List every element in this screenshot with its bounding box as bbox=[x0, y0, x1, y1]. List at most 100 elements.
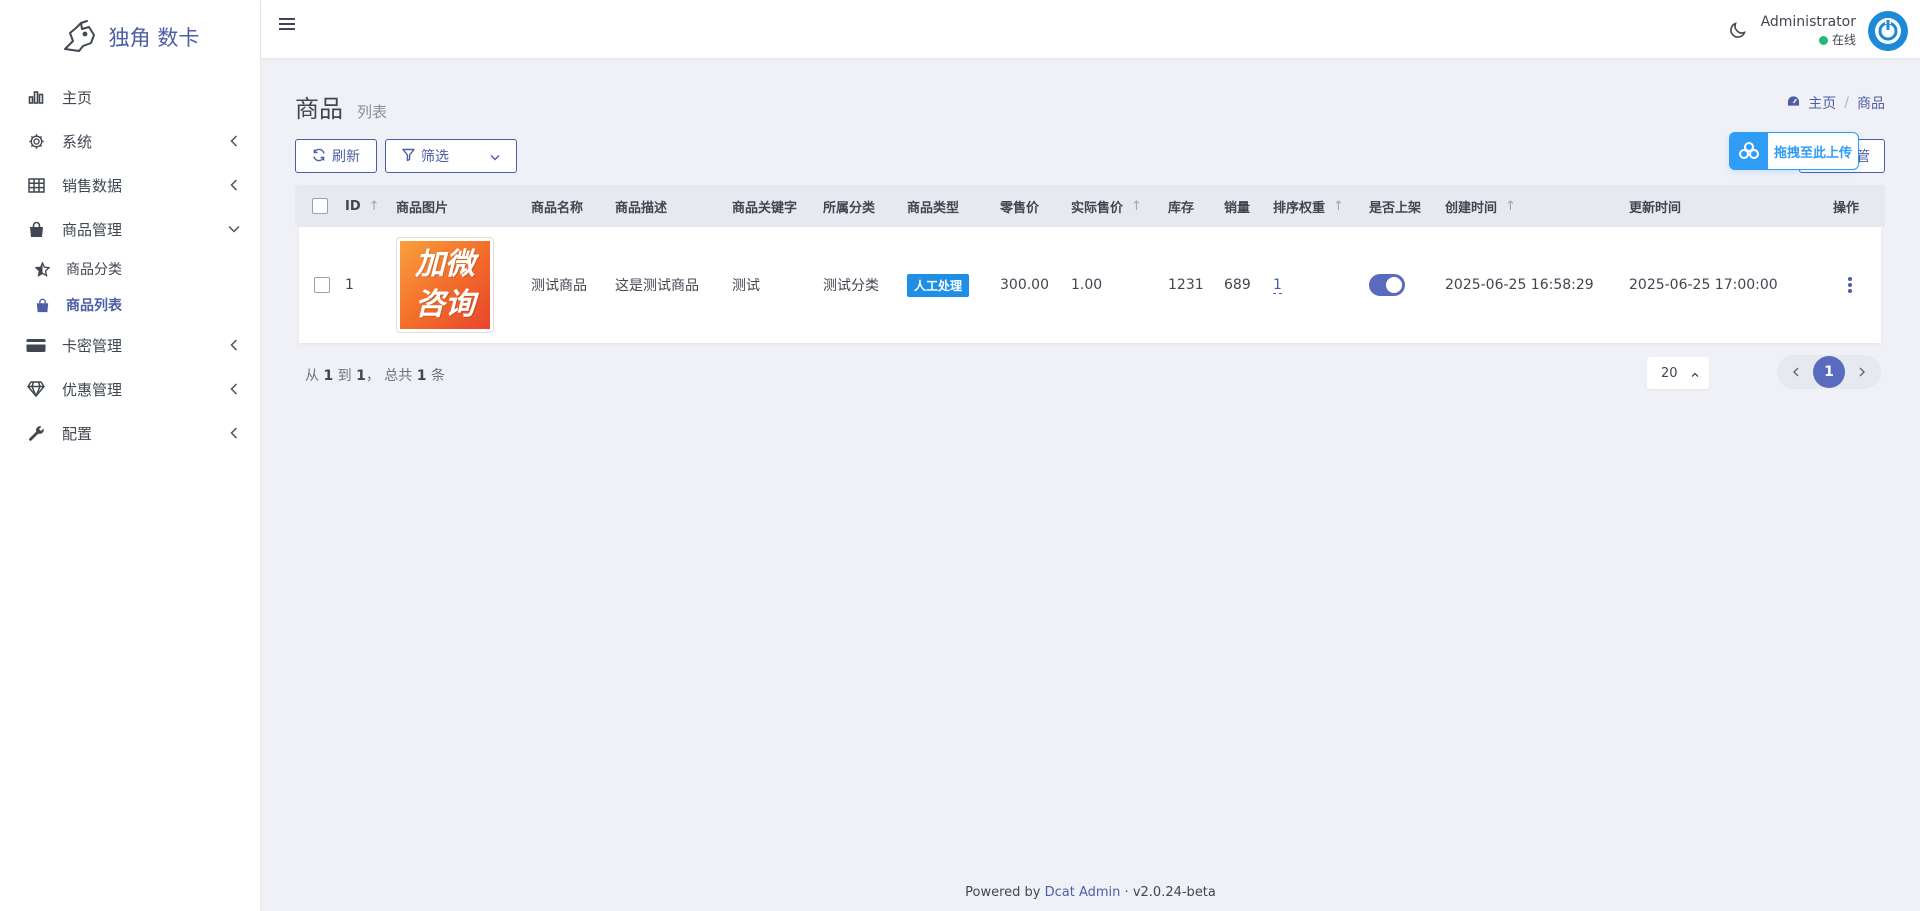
header-label: 商品描述 bbox=[615, 200, 668, 216]
prev-page-button[interactable] bbox=[1783, 359, 1809, 385]
sort-arrow-icon: ↑ bbox=[1505, 198, 1516, 214]
refresh-icon bbox=[312, 148, 326, 165]
star-half-icon bbox=[34, 261, 50, 277]
brand[interactable]: 独角 数卡 bbox=[0, 0, 260, 73]
more-vertical-icon[interactable] bbox=[1845, 277, 1855, 293]
sidebar-item-label: 销售数据 bbox=[62, 176, 123, 195]
header-created-at[interactable]: 创建时间 ↑ bbox=[1445, 197, 1629, 216]
sidebar-item-label: 配置 bbox=[62, 424, 93, 443]
moon-icon[interactable] bbox=[1728, 20, 1750, 42]
summary-from: 1 bbox=[323, 368, 334, 384]
brand-name: 独角 数卡 bbox=[108, 25, 200, 50]
footer-dcat-link[interactable]: Dcat Admin bbox=[1045, 885, 1121, 900]
sidebar-subitem-product-category[interactable]: 商品分类 bbox=[0, 251, 260, 287]
pagination: 1 bbox=[1777, 355, 1881, 389]
filter-button[interactable]: 筛选 bbox=[385, 139, 517, 173]
cell-actual-price: 1.00 bbox=[1071, 277, 1103, 293]
filter-icon bbox=[402, 148, 415, 164]
header-sort-weight[interactable]: 排序权重 ↑ bbox=[1273, 197, 1369, 216]
sidebar-item-config[interactable]: 配置 bbox=[0, 411, 260, 455]
header-retail-price: 零售价 bbox=[1000, 197, 1071, 216]
header-sales: 销量 bbox=[1224, 197, 1273, 216]
header-label: ID bbox=[345, 198, 361, 214]
product-table: ID ↑ 商品图片 商品名称 商品描述 商品关键字 所属分类 商品类型 零售价 实… bbox=[295, 185, 1885, 343]
bar-chart-icon bbox=[26, 87, 46, 107]
sort-arrow-icon: ↑ bbox=[368, 198, 380, 214]
chevron-left-icon bbox=[228, 179, 240, 191]
header-label: 销量 bbox=[1224, 200, 1251, 216]
wrench-icon bbox=[26, 423, 46, 443]
per-page-select[interactable]: 20 bbox=[1647, 357, 1709, 389]
sidebar-item-product-management[interactable]: 商品管理 bbox=[0, 207, 260, 251]
breadcrumb: 主页 / 商品 bbox=[1787, 93, 1885, 113]
header-label: 是否上架 bbox=[1369, 200, 1422, 216]
header-label: 实际售价 bbox=[1071, 200, 1124, 216]
breadcrumb-current: 商品 bbox=[1857, 96, 1885, 112]
shopping-bag-icon bbox=[26, 219, 46, 239]
avatar[interactable] bbox=[1868, 11, 1908, 51]
header-label: 创建时间 bbox=[1445, 200, 1498, 216]
sidebar-subitem-label: 商品分类 bbox=[66, 262, 122, 278]
cloud-upload-icon bbox=[1730, 132, 1768, 170]
summary-text: 条 bbox=[430, 368, 445, 384]
header-label: 商品图片 bbox=[396, 200, 449, 216]
header-actual-price[interactable]: 实际售价 ↑ bbox=[1071, 197, 1168, 216]
chevron-left-icon bbox=[228, 383, 240, 395]
header-id[interactable]: ID ↑ bbox=[345, 199, 396, 214]
summary-text: 到 bbox=[337, 368, 352, 384]
sidebar-subitem-product-list[interactable]: 商品列表 bbox=[0, 287, 260, 323]
chevron-left-icon bbox=[228, 427, 240, 439]
user-status: 在线 bbox=[1761, 32, 1856, 48]
next-page-button[interactable] bbox=[1849, 359, 1875, 385]
sidebar-item-label: 卡密管理 bbox=[62, 336, 123, 355]
refresh-label: 刷新 bbox=[332, 148, 360, 164]
cell-updated-at: 2025-06-25 17:00:00 bbox=[1629, 277, 1778, 293]
header-label: 零售价 bbox=[1000, 200, 1040, 216]
on-sale-toggle[interactable] bbox=[1369, 274, 1405, 296]
row-checkbox[interactable] bbox=[314, 277, 330, 293]
header-label: 商品关键字 bbox=[732, 200, 798, 216]
product-thumbnail[interactable]: 加微 咨询 bbox=[396, 237, 494, 333]
sort-arrow-icon: ↑ bbox=[1131, 198, 1142, 214]
cell-operations bbox=[1813, 277, 1881, 293]
sidebar-item-label: 优惠管理 bbox=[62, 380, 123, 399]
refresh-button[interactable]: 刷新 bbox=[295, 139, 377, 173]
header-stock: 库存 bbox=[1168, 197, 1224, 216]
header-image: 商品图片 bbox=[396, 197, 531, 216]
sidebar-item-system[interactable]: 系统 bbox=[0, 119, 260, 163]
upload-label: 拖拽至此上传 bbox=[1774, 145, 1853, 161]
cell-desc: 这是测试商品 bbox=[615, 278, 699, 294]
diamond-icon bbox=[26, 379, 46, 399]
sidebar-item-card-management[interactable]: 卡密管理 bbox=[0, 323, 260, 367]
header-label: 排序权重 bbox=[1273, 200, 1326, 216]
cell-id: 1 bbox=[345, 277, 354, 293]
chevron-down-icon bbox=[490, 148, 500, 164]
sidebar-item-label: 系统 bbox=[62, 132, 93, 151]
sidebar-menu: 主页 系统 销售数据 商品管理 商品分类 商品列表 卡密管理 优惠管理 配置 bbox=[0, 75, 260, 455]
table-row: 1 加微 咨询 测试商品 这是测试商品 测试 测试分类 人工处理 300.00 … bbox=[299, 227, 1881, 343]
unicorn-logo-icon bbox=[61, 19, 97, 55]
header-label: 库存 bbox=[1168, 200, 1195, 216]
sidebar-item-home[interactable]: 主页 bbox=[0, 75, 260, 119]
sidebar-item-label: 主页 bbox=[62, 88, 93, 107]
header-keywords: 商品关键字 bbox=[732, 197, 823, 216]
drag-upload-widget[interactable]: 拖拽至此上传 bbox=[1729, 132, 1859, 170]
page-title: 商品 bbox=[295, 95, 343, 123]
user-info[interactable]: Administrator 在线 bbox=[1761, 12, 1856, 48]
sort-weight-editable[interactable]: 1 bbox=[1273, 277, 1282, 294]
cell-category: 测试分类 bbox=[823, 278, 879, 294]
select-all-checkbox[interactable] bbox=[312, 198, 328, 214]
header-category: 所属分类 bbox=[823, 197, 907, 216]
header-on-sale: 是否上架 bbox=[1369, 197, 1445, 216]
per-page-value: 20 bbox=[1661, 365, 1678, 381]
breadcrumb-home-link[interactable]: 主页 bbox=[1808, 93, 1836, 113]
per-page-box[interactable]: 20 bbox=[1647, 357, 1709, 389]
header-label: 所属分类 bbox=[823, 200, 876, 216]
page-button-current[interactable]: 1 bbox=[1813, 356, 1845, 388]
header-desc: 商品描述 bbox=[615, 197, 732, 216]
header-name: 商品名称 bbox=[531, 197, 615, 216]
sidebar-item-label: 商品管理 bbox=[62, 220, 123, 239]
hamburger-menu-icon[interactable] bbox=[279, 17, 299, 37]
sidebar-item-sales-data[interactable]: 销售数据 bbox=[0, 163, 260, 207]
sidebar-item-discount-management[interactable]: 优惠管理 bbox=[0, 367, 260, 411]
